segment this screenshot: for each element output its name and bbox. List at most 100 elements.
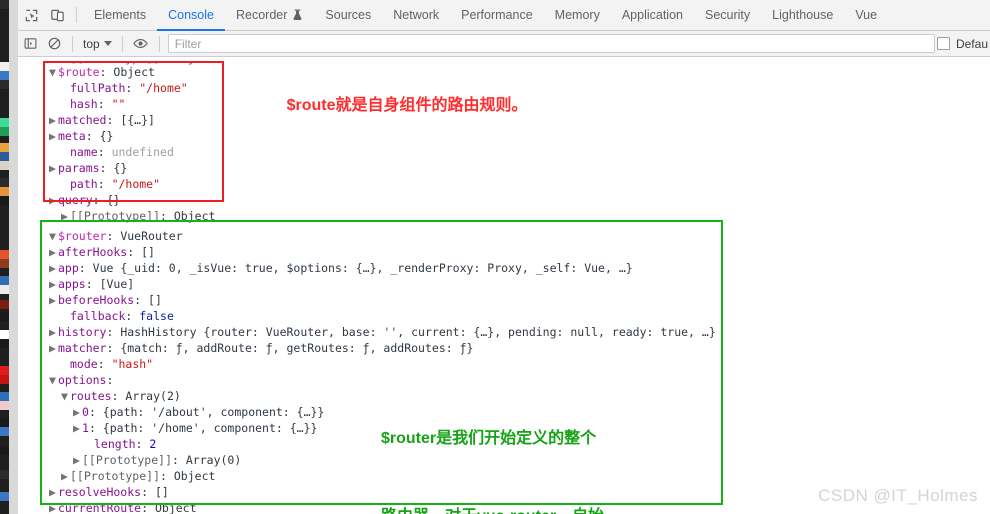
console-output[interactable]: ▶[[Prototype]]: Object ▼$route: Object fu… xyxy=(18,58,990,514)
filterbar-divider-1 xyxy=(72,35,73,52)
console-log-line[interactable]: ▶ params: {} xyxy=(49,160,127,176)
tab-memory-label: Memory xyxy=(554,8,600,22)
csdn-watermark: CSDN @IT_Holmes xyxy=(818,486,978,505)
disclosure-triangle-icon[interactable]: ▼ xyxy=(49,64,58,80)
console-log-line[interactable]: ▶ 1: {path: '/home', component: {…}} xyxy=(73,420,317,436)
disclosure-triangle-icon[interactable]: ▶ xyxy=(61,208,70,224)
console-log-line[interactable]: fallback: false xyxy=(61,308,174,324)
disclosure-triangle-icon[interactable]: ▼ xyxy=(61,388,70,404)
edge-favicon xyxy=(0,80,9,89)
edge-favicon xyxy=(0,276,9,285)
disclosure-triangle-icon[interactable]: ▶ xyxy=(49,192,58,208)
console-log-line[interactable]: mode: "hash" xyxy=(61,356,153,372)
route-annotation-text: $route就是自身组件的路由规则。 xyxy=(286,97,528,114)
disclosure-triangle-icon[interactable]: ▼ xyxy=(49,372,58,388)
disclosure-triangle-icon[interactable]: ▶ xyxy=(49,160,58,176)
console-log-line[interactable]: ▼ routes: Array(2) xyxy=(61,388,181,404)
console-log-line[interactable]: ▶ [[Prototype]]: Object xyxy=(61,208,215,224)
edge-favicon xyxy=(0,118,9,127)
log-key: fallback xyxy=(70,309,126,323)
edge-favicon xyxy=(0,375,9,384)
log-key: fullPath xyxy=(70,81,126,95)
console-log-line[interactable]: ▶ matched: [{…}] xyxy=(49,112,155,128)
tab-vue-label: Vue xyxy=(855,8,878,22)
disclosure-triangle-icon[interactable]: ▶ xyxy=(49,324,58,340)
tab-sources[interactable]: Sources xyxy=(314,0,382,31)
tab-elements[interactable]: Elements xyxy=(83,0,157,31)
filter-placeholder: Filter xyxy=(174,36,202,51)
disclosure-triangle-icon[interactable]: ▼ xyxy=(49,228,58,244)
disclosure-triangle-icon[interactable]: ▶ xyxy=(49,244,58,260)
live-expression-eye-icon[interactable] xyxy=(129,32,153,56)
console-log-line[interactable]: ▶ 0: {path: '/about', component: {…}} xyxy=(73,404,324,420)
console-log-line[interactable]: ▶ meta: {} xyxy=(49,128,113,144)
console-log-line[interactable]: ▶ app: Vue {_uid: 0, _isVue: true, $optio… xyxy=(49,260,633,276)
clear-console-icon[interactable] xyxy=(42,32,66,56)
tab-application[interactable]: Application xyxy=(611,0,694,31)
console-log-line[interactable]: ▶ [[Prototype]]: Object xyxy=(61,468,215,484)
tab-memory[interactable]: Memory xyxy=(544,0,611,31)
log-key: query xyxy=(58,193,93,207)
log-value: "hash" xyxy=(111,357,154,371)
filter-input[interactable]: Filter xyxy=(167,34,935,53)
console-log-line[interactable]: ▶ beforeHooks: [] xyxy=(49,292,162,308)
console-log-line[interactable]: ▶ matcher: {match: ƒ, addRoute: ƒ, getRou… xyxy=(49,340,473,356)
console-log-line[interactable]: ▶ query: {} xyxy=(49,192,120,208)
log-value: {path: '/home', component: {…}} xyxy=(102,421,318,435)
console-log-line[interactable]: ▶ currentRoute: Object xyxy=(49,500,197,514)
tab-vue[interactable]: Vue xyxy=(844,0,888,31)
console-log-line[interactable]: name: undefined xyxy=(61,144,174,160)
log-value: [] xyxy=(154,485,169,499)
console-log-line[interactable]: ▼ $router: VueRouter xyxy=(49,228,183,244)
edge-favicon xyxy=(0,401,9,410)
execution-context-selector[interactable]: top xyxy=(79,35,116,53)
tab-console[interactable]: Console xyxy=(157,0,225,31)
disclosure-triangle-icon[interactable]: ▶ xyxy=(49,276,58,292)
device-toolbar-icon[interactable] xyxy=(44,2,70,28)
disclosure-triangle-icon[interactable]: ▶ xyxy=(49,500,58,514)
log-key: options xyxy=(58,373,107,387)
disclosure-triangle-icon[interactable]: ▶ xyxy=(73,404,82,420)
console-sidebar-icon[interactable] xyxy=(18,32,42,56)
log-value: undefined xyxy=(111,145,174,159)
tab-security[interactable]: Security xyxy=(694,0,761,31)
tab-recorder[interactable]: Recorder xyxy=(225,0,314,31)
console-log-line[interactable]: length: 2 xyxy=(85,436,156,452)
console-log-line[interactable]: ▶ resolveHooks: [] xyxy=(49,484,169,500)
console-log-line[interactable]: ▶ apps: [Vue] xyxy=(49,276,134,292)
console-log-line[interactable]: ▼ $route: Object xyxy=(49,64,155,80)
tab-network[interactable]: Network xyxy=(382,0,450,31)
console-log-line[interactable]: fullPath: "/home" xyxy=(61,80,188,96)
disclosure-triangle-icon[interactable]: ▶ xyxy=(61,468,70,484)
inspect-element-icon[interactable] xyxy=(18,2,44,28)
console-log-line[interactable]: path: "/home" xyxy=(61,176,160,192)
disclosure-triangle-icon[interactable]: ▶ xyxy=(49,484,58,500)
router-annotation-note: $router是我们开始定义的整个 路由器。对于vue-router，自始 至终… xyxy=(381,374,604,514)
log-value: Object xyxy=(173,469,216,483)
levels-checkbox[interactable] xyxy=(936,37,950,50)
disclosure-triangle-icon[interactable]: ▶ xyxy=(73,452,82,468)
console-log-line[interactable]: hash: "" xyxy=(61,96,125,112)
disclosure-triangle-icon[interactable]: ▶ xyxy=(49,112,58,128)
log-separator: : xyxy=(106,229,121,243)
console-log-line[interactable]: ▼ options: xyxy=(49,372,113,388)
log-levels-selector[interactable]: Defau xyxy=(936,37,990,51)
log-separator: : xyxy=(85,129,100,143)
disclosure-triangle-icon[interactable]: ▶ xyxy=(49,260,58,276)
disclosure-triangle-icon[interactable]: ▶ xyxy=(49,292,58,308)
console-log-line[interactable]: ▶ [[Prototype]]: Array(0) xyxy=(73,452,241,468)
console-log-line[interactable]: ▶ afterHooks: [] xyxy=(49,244,155,260)
console-log-line[interactable]: ▶ history: HashHistory {router: VueRouter… xyxy=(49,324,716,340)
disclosure-triangle-icon[interactable]: ▶ xyxy=(49,128,58,144)
edge-favicon xyxy=(0,418,9,427)
log-separator: : xyxy=(160,209,174,223)
log-key: apps xyxy=(58,277,86,291)
log-key: currentRoute xyxy=(58,501,142,514)
tab-lighthouse[interactable]: Lighthouse xyxy=(761,0,844,31)
tab-performance[interactable]: Performance xyxy=(450,0,544,31)
disclosure-triangle-icon[interactable]: ▶ xyxy=(49,340,58,356)
log-separator: : xyxy=(141,501,155,514)
disclosure-triangle-icon[interactable]: ▶ xyxy=(73,420,82,436)
edge-favicon xyxy=(0,161,9,170)
